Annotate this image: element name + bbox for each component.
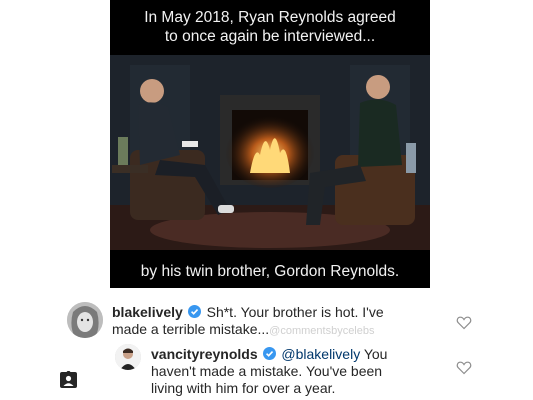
- comment-text: living with him for over a year.: [151, 380, 336, 396]
- comment-text: haven't made a mistake. You've been: [151, 363, 383, 379]
- avatar-image: [115, 344, 141, 370]
- comment-username[interactable]: vancityreynolds: [151, 346, 258, 362]
- avatar[interactable]: [115, 344, 141, 370]
- mention-link[interactable]: @blakelively: [281, 346, 360, 362]
- video-caption-top: In May 2018, Ryan Reynolds agreed to onc…: [144, 9, 396, 45]
- interview-scene-image: [110, 55, 430, 250]
- person-tag-icon[interactable]: [60, 371, 77, 388]
- heart-icon[interactable]: [456, 315, 472, 330]
- avatar-image: [67, 302, 103, 338]
- video-thumbnail[interactable]: In May 2018, Ryan Reynolds agreed to onc…: [110, 0, 430, 288]
- watermark: @commentsbycelebs: [269, 325, 375, 337]
- heart-icon[interactable]: [456, 360, 472, 375]
- comment-text: Sh*t. Your brother is hot. I've: [206, 304, 384, 320]
- avatar[interactable]: [67, 302, 103, 338]
- comment-username[interactable]: blakelively: [112, 304, 183, 320]
- video-caption-bottom: by his twin brother, Gordon Reynolds.: [140, 263, 400, 280]
- comment-blakelively: blakelively Sh*t. Your brother is hot. I…: [112, 304, 442, 340]
- verified-badge-icon: [262, 347, 276, 360]
- verified-badge-icon: [187, 305, 201, 318]
- comment-vancityreynolds: vancityreynolds @blakelively You haven't…: [151, 346, 451, 397]
- comment-text: You: [363, 346, 388, 362]
- comment-text: made a terrible mistake...: [112, 321, 270, 337]
